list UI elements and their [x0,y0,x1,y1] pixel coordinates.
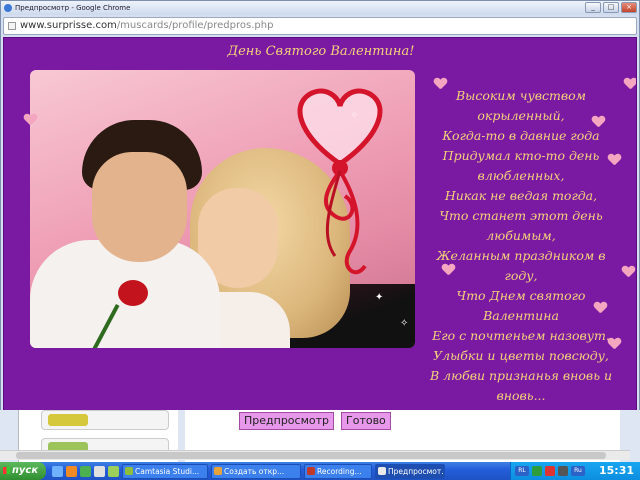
task-label: Camtasia Studi... [135,466,200,476]
heart-icon [442,264,454,276]
record-icon[interactable] [545,466,555,476]
poem-line: Что станет этот день [439,208,603,223]
keyboard-layout-indicator[interactable]: RL [515,466,529,476]
task-button[interactable]: Recording... [304,463,372,479]
card-thumbnail[interactable] [41,410,169,430]
page-icon [8,22,16,30]
poem-line: Придумал кто-то день [442,148,600,163]
language-indicator[interactable]: Ru [571,466,585,476]
couple-photo: ✦ ✧ ✧ [30,70,415,348]
window-title: Предпросмотр - Google Chrome [15,4,131,12]
firefox-icon[interactable] [66,465,77,477]
start-label: пуск [12,465,39,476]
close-button[interactable]: × [621,2,637,13]
heart-icon [622,266,634,278]
chrome-icon[interactable] [80,465,91,477]
quick-launch [52,465,119,477]
clock: 15:31 [598,464,634,477]
task-buttons: Camtasia Studi... Создать откр... Recordin… [119,463,445,479]
poem-text: Высоким чувством окрыленный, Когда-то в да… [416,86,626,410]
task-app-icon [125,466,133,475]
start-button[interactable]: пуск [0,462,46,480]
poem-line: Его с почтеньем назовут. [432,328,610,343]
show-desktop-icon[interactable] [52,465,63,477]
scrollbar-thumb[interactable] [16,452,606,459]
minimize-button[interactable]: _ [585,2,601,13]
valentine-card: День Святого Валентина! ✦ ✧ ✧ Высоким чу… [3,37,637,411]
url-host: www.surprisse.com [20,20,117,31]
task-button[interactable]: Создать откр... [211,463,301,479]
heart-icon [592,116,604,128]
poem-line: Желанным праздником в [436,248,606,263]
preview-button[interactable]: Предпросмотр [239,412,334,430]
volume-icon[interactable] [558,466,568,476]
task-app-icon [214,466,222,475]
horizontal-scrollbar[interactable] [0,450,630,460]
task-button[interactable]: Camtasia Studi... [122,463,208,479]
task-label: Предпросмот... [388,466,445,476]
poem-line: влюбленных, [477,168,565,183]
heart-icon [608,154,620,166]
heart-icon [434,78,446,90]
poem-line: Когда-то в давние года [442,128,600,143]
address-bar[interactable]: www.surprisse.com/muscards/profile/predp… [3,17,637,35]
poem-line: В любви признанья вновь и [429,368,613,383]
heart-icon [608,338,620,350]
chrome-popup-window: Предпросмотр - Google Chrome _ □ × www.s… [0,0,640,414]
underlying-page: Предпросмотр Готово [0,410,640,462]
task-app-icon [307,466,315,475]
ribbon-heart-icon [297,88,383,275]
task-button[interactable]: Предпросмот... [375,463,445,479]
sparkle-icon: ✧ [400,318,409,329]
task-app-icon [378,466,386,475]
heart-icon [594,302,606,314]
done-button[interactable]: Готово [341,412,391,430]
maximize-button[interactable]: □ [603,2,619,13]
heart-icon [624,78,636,90]
task-label: Recording... [317,466,362,476]
poem-line: Улыбки и цветы повсюду, [433,348,609,363]
app-icon[interactable] [94,465,105,477]
poem-line: вновь... [496,388,546,403]
windows-logo-icon [3,467,10,474]
poem-line: любимым, [486,228,556,243]
task-label: Создать откр... [224,466,285,476]
url-path: /muscards/profile/predpros.php [116,20,274,31]
system-tray: RL Ru 15:31 [510,462,640,480]
card-title: День Святого Валентина! [227,44,415,59]
network-icon[interactable] [532,466,542,476]
window-title-bar[interactable]: Предпросмотр - Google Chrome _ □ × [1,1,639,15]
poem-line: Высоким чувством [455,88,587,103]
heart-icon [24,114,36,126]
taskbar: пуск Camtasia Studi... Создать откр... Rec… [0,462,640,480]
app-icon[interactable] [108,465,119,477]
rose-icon [118,280,148,306]
chrome-icon [4,4,12,12]
poem-line: Никак не ведая тогда, [444,188,598,203]
